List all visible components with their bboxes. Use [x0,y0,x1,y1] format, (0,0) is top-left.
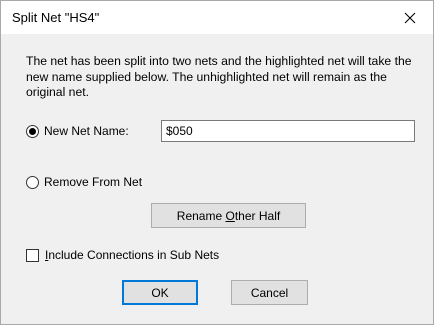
dialog-body: The net has been split into two nets and… [1,34,433,324]
rename-other-half-label-end: ther Half [234,208,281,223]
close-icon [404,12,416,23]
close-button[interactable] [387,1,433,34]
include-connections-option[interactable]: Include Connections in Sub Nets [26,248,219,262]
remove-from-net-radio[interactable] [26,175,39,189]
rename-other-half-label-start: Rename [176,208,226,223]
cancel-button-label: Cancel [250,285,289,300]
remove-from-net-option[interactable]: Remove From Net [26,175,142,189]
split-net-dialog: Split Net "HS4" The net has been split i… [0,0,434,325]
new-net-name-label: New Net Name: [44,124,129,138]
title-bar[interactable]: Split Net "HS4" [1,1,433,34]
include-connections-label: nclude Connections in Sub Nets [48,248,220,262]
new-net-name-option[interactable]: New Net Name: [26,124,129,138]
ok-button[interactable]: OK [122,280,198,305]
new-net-name-input[interactable] [161,120,415,142]
description-text: The net has been split into two nets and… [26,54,412,99]
rename-other-half-mnemonic: O [225,208,235,223]
cancel-button[interactable]: Cancel [231,280,308,305]
remove-from-net-label: Remove From Net [44,175,143,189]
ok-button-label: OK [151,285,169,300]
rename-other-half-button[interactable]: Rename Other Half [151,203,306,228]
dialog-title: Split Net "HS4" [12,10,100,25]
include-connections-checkbox[interactable] [26,248,39,262]
new-net-name-radio[interactable] [26,124,39,138]
